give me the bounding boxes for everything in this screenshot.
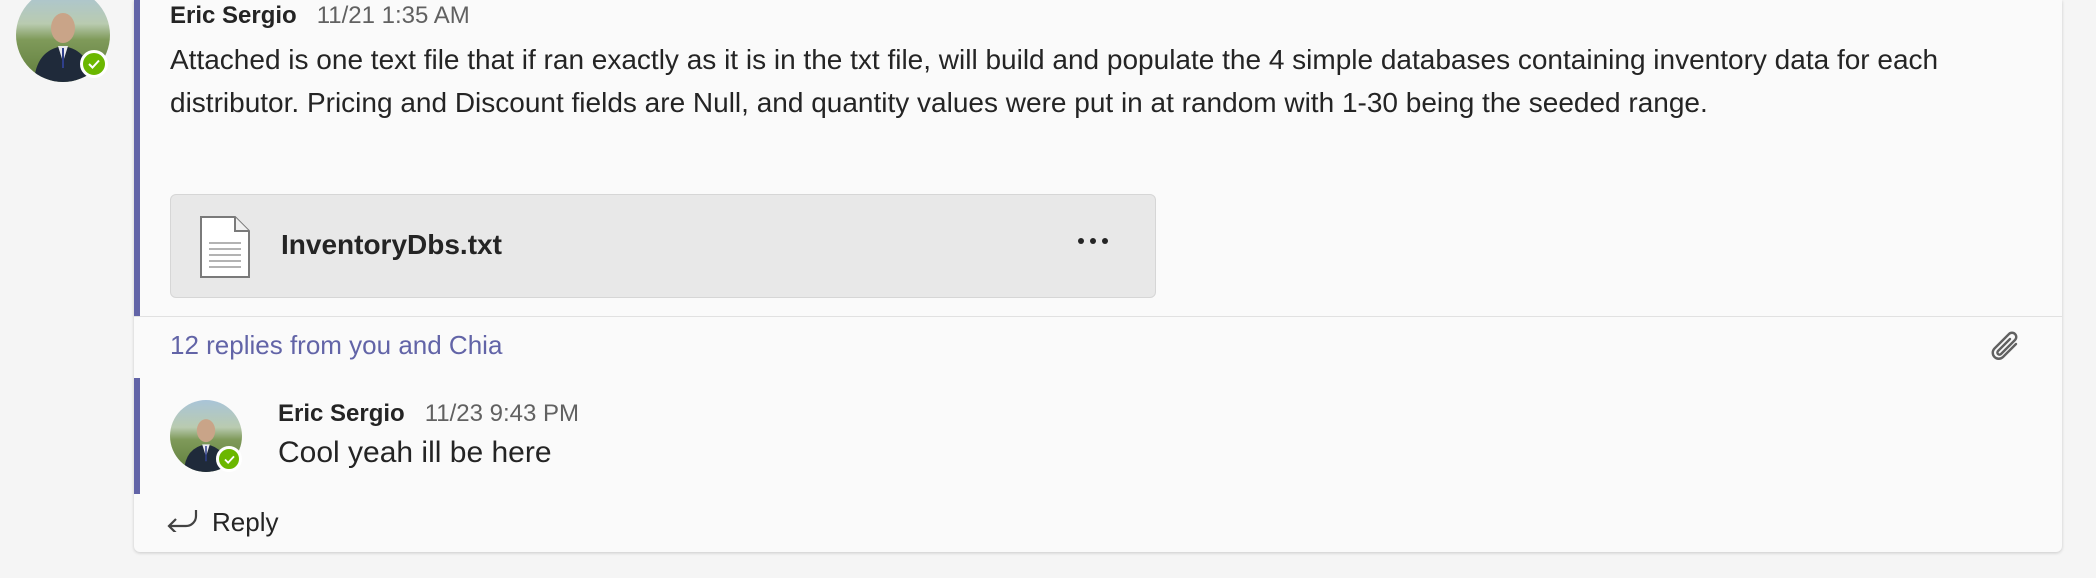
author-name[interactable]: Eric Sergio <box>170 2 297 29</box>
reply-body: Cool yeah ill be here <box>278 436 552 469</box>
thread-divider <box>134 316 2062 317</box>
message-timestamp: 11/23 9:43 PM <box>424 400 580 427</box>
reply-header: Eric Sergio 11/23 9:43 PM <box>278 400 579 428</box>
avatar[interactable] <box>16 0 110 82</box>
message-timestamp: 11/21 1:35 AM <box>316 2 470 29</box>
presence-available-icon <box>216 446 242 472</box>
reply-button-label: Reply <box>212 506 279 537</box>
paperclip-icon[interactable] <box>1990 330 2022 366</box>
attachment-filename[interactable]: InventoryDbs.txt <box>281 229 502 261</box>
file-attachment-card[interactable]: InventoryDbs.txt <box>170 194 1156 298</box>
avatar[interactable] <box>170 400 242 472</box>
message-body: Attached is one text file that if ran ex… <box>170 44 1939 118</box>
replies-summary-link[interactable]: 12 replies from you and Chia <box>170 330 502 361</box>
reply-arrow-icon <box>166 506 212 539</box>
reply-message-accent-bar <box>134 378 140 494</box>
text-file-icon <box>199 215 251 284</box>
presence-available-icon <box>80 50 108 78</box>
message-header: Eric Sergio 11/21 1:35 AM <box>170 2 470 30</box>
root-message-accent-bar <box>134 0 140 316</box>
author-name[interactable]: Eric Sergio <box>278 400 405 427</box>
more-options-icon[interactable] <box>1071 223 1115 259</box>
reply-button[interactable]: Reply <box>166 504 278 540</box>
